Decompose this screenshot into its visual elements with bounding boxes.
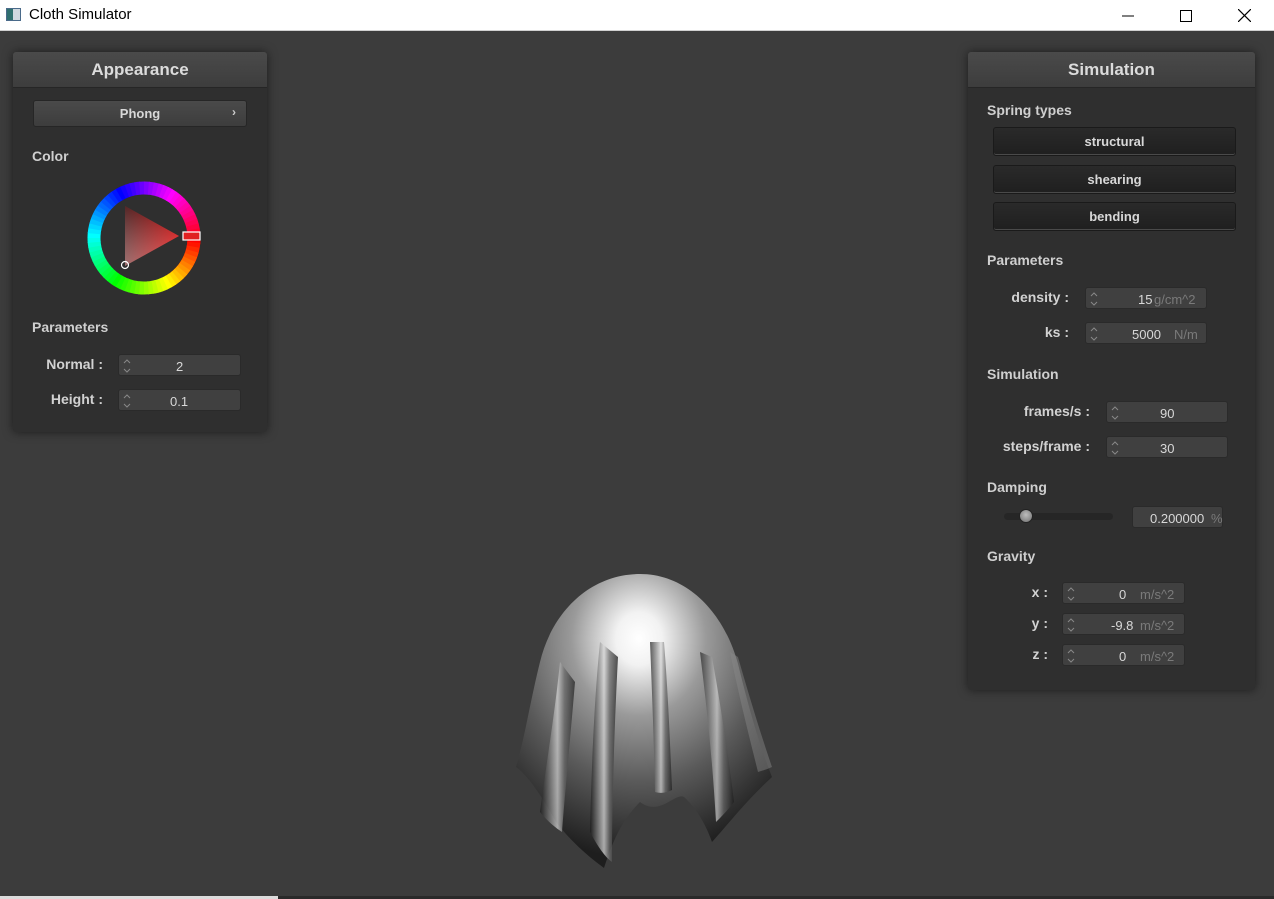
minimize-icon xyxy=(1122,15,1134,16)
structural-toggle[interactable]: structural xyxy=(993,127,1236,156)
gravity-z-unit: m/s^2 xyxy=(1140,649,1175,664)
gravity-y-unit: m/s^2 xyxy=(1140,618,1175,633)
ks-value: 5000 xyxy=(1132,327,1161,342)
simulation-panel-title: Simulation xyxy=(968,52,1255,88)
appearance-panel: Appearance Phong › Color Parameters Norm… xyxy=(13,52,267,432)
color-wheel[interactable] xyxy=(85,179,203,297)
spring-types-label: Spring types xyxy=(987,102,1072,118)
density-label: density : xyxy=(1011,289,1069,305)
maximize-icon xyxy=(1180,9,1192,22)
density-input[interactable]: 15 g/cm^2 xyxy=(1085,287,1207,309)
gravity-y-label: y : xyxy=(1031,615,1048,631)
normal-input[interactable]: 2 xyxy=(118,354,241,376)
damping-input[interactable]: 0.200000 % xyxy=(1132,506,1223,528)
gravity-x-label: x : xyxy=(1031,584,1048,600)
color-label: Color xyxy=(32,148,69,164)
hue-handle[interactable] xyxy=(182,231,201,241)
height-input[interactable]: 0.1 xyxy=(118,389,241,411)
gravity-x-value: 0 xyxy=(1119,587,1127,602)
ks-input[interactable]: 5000 N/m xyxy=(1085,322,1207,344)
structural-label: structural xyxy=(1084,134,1145,149)
chevron-right-icon: › xyxy=(232,105,236,119)
minimize-button[interactable] xyxy=(1099,0,1157,31)
ks-unit: N/m xyxy=(1174,327,1198,342)
density-value: 15 xyxy=(1138,292,1153,307)
shearing-toggle[interactable]: shearing xyxy=(993,165,1236,194)
spinner-icon[interactable] xyxy=(123,393,131,409)
height-label: Height : xyxy=(50,391,103,407)
spinner-icon[interactable] xyxy=(1111,440,1119,456)
steps-label: steps/frame : xyxy=(1002,438,1090,454)
spinner-icon[interactable] xyxy=(1090,291,1098,307)
shader-dropdown-label: Phong xyxy=(119,106,161,121)
damping-value: 0.200000 xyxy=(1150,511,1205,526)
gravity-y-value: -9.8 xyxy=(1111,618,1134,633)
appearance-panel-title: Appearance xyxy=(13,52,267,88)
gravity-z-label: z : xyxy=(1032,646,1048,662)
close-button[interactable] xyxy=(1215,0,1273,31)
simulation-section-label: Simulation xyxy=(987,366,1059,382)
maximize-button[interactable] xyxy=(1157,0,1215,31)
shader-dropdown[interactable]: Phong › xyxy=(33,100,247,127)
spinner-icon[interactable] xyxy=(1090,326,1098,342)
spinner-icon[interactable] xyxy=(1111,405,1119,421)
window-title: Cloth Simulator xyxy=(29,6,132,23)
normal-value: 2 xyxy=(176,359,184,374)
gravity-y-input[interactable]: -9.8 m/s^2 xyxy=(1062,613,1185,635)
spinner-icon[interactable] xyxy=(1067,617,1075,633)
gravity-x-input[interactable]: 0 m/s^2 xyxy=(1062,582,1185,604)
density-unit: g/cm^2 xyxy=(1154,292,1196,307)
sim-parameters-label: Parameters xyxy=(987,252,1064,268)
gravity-z-input[interactable]: 0 m/s^2 xyxy=(1062,644,1185,666)
damping-unit: % xyxy=(1211,511,1223,526)
ks-label: ks : xyxy=(1044,324,1069,340)
height-value: 0.1 xyxy=(170,394,189,409)
simulation-panel: Simulation Spring types structural shear… xyxy=(968,52,1255,690)
damping-slider-handle[interactable] xyxy=(1018,509,1033,523)
damping-label: Damping xyxy=(987,479,1047,495)
fps-input[interactable]: 90 xyxy=(1106,401,1228,423)
fps-label: frames/s : xyxy=(1023,403,1090,419)
bending-label: bending xyxy=(1089,209,1140,224)
steps-input[interactable]: 30 xyxy=(1106,436,1228,458)
appearance-parameters-label: Parameters xyxy=(32,319,109,335)
steps-value: 30 xyxy=(1160,441,1175,456)
title-bar: Cloth Simulator xyxy=(0,0,1274,31)
bending-toggle[interactable]: bending xyxy=(993,202,1236,231)
spinner-icon[interactable] xyxy=(123,358,131,374)
gravity-z-value: 0 xyxy=(1119,649,1127,664)
app-icon xyxy=(6,8,21,21)
gravity-label: Gravity xyxy=(987,548,1036,564)
shearing-label: shearing xyxy=(1087,172,1142,187)
close-icon xyxy=(1237,9,1251,22)
normal-label: Normal : xyxy=(46,356,103,372)
gravity-x-unit: m/s^2 xyxy=(1140,587,1175,602)
spinner-icon[interactable] xyxy=(1067,648,1075,664)
fps-value: 90 xyxy=(1160,406,1175,421)
spinner-icon[interactable] xyxy=(1067,586,1075,602)
